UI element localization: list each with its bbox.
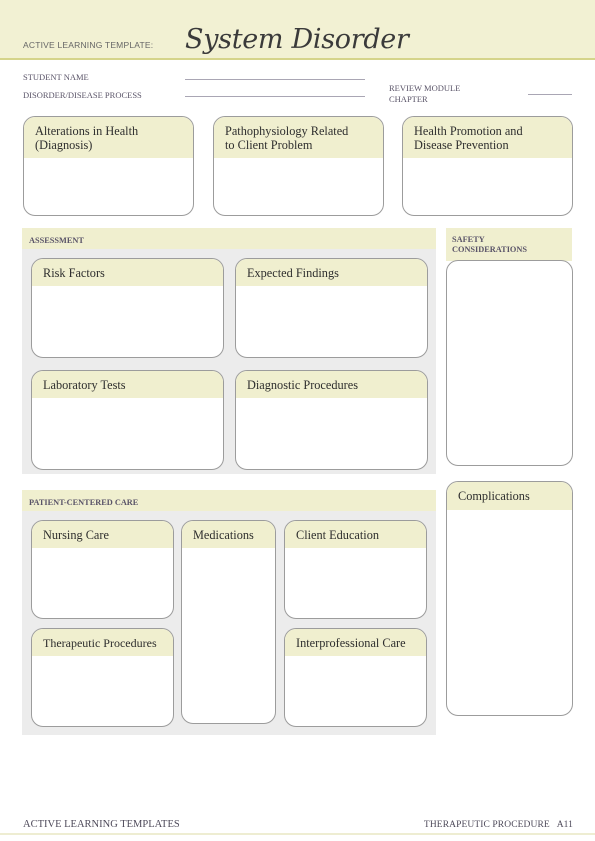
interprofessional-care-box[interactable]: Interprofessional Care (284, 628, 427, 727)
footer-divider (0, 833, 595, 835)
pathophysiology-box[interactable]: Pathophysiology Related to Client Proble… (213, 116, 384, 216)
safety-considerations-heading: SAFETY CONSIDERATIONS (446, 228, 572, 261)
student-name-label: STUDENT NAME (23, 72, 89, 82)
interprofessional-care-label: Interprofessional Care (285, 629, 426, 656)
medications-box[interactable]: Medications (181, 520, 276, 724)
review-module-field[interactable] (528, 94, 572, 95)
health-promotion-header: Health Promotion and Disease Prevention (403, 117, 572, 158)
safety-heading-line1: SAFETY (452, 235, 485, 244)
template-label: ACTIVE LEARNING TEMPLATE: (23, 40, 154, 50)
pathophysiology-sublabel: to Client Problem (225, 138, 313, 152)
disorder-process-field[interactable] (185, 96, 365, 97)
header-band: ACTIVE LEARNING TEMPLATE: System Disorde… (0, 0, 595, 60)
health-promotion-box[interactable]: Health Promotion and Disease Prevention (402, 116, 573, 216)
pathophysiology-label: Pathophysiology Related (225, 124, 349, 138)
risk-factors-label: Risk Factors (32, 259, 223, 286)
alterations-in-health-header: Alterations in Health (Diagnosis) (24, 117, 193, 158)
medications-label: Medications (182, 521, 275, 548)
diagnostic-procedures-box[interactable]: Diagnostic Procedures (235, 370, 428, 470)
alterations-in-health-box[interactable]: Alterations in Health (Diagnosis) (23, 116, 194, 216)
alterations-in-health-label: Alterations in Health (35, 124, 139, 138)
student-name-field[interactable] (185, 79, 365, 80)
alterations-in-health-sublabel: (Diagnosis) (35, 138, 93, 152)
nursing-care-box[interactable]: Nursing Care (31, 520, 174, 619)
laboratory-tests-box[interactable]: Laboratory Tests (31, 370, 224, 470)
review-module-label: REVIEW MODULE (389, 83, 461, 93)
pathophysiology-header: Pathophysiology Related to Client Proble… (214, 117, 383, 158)
nursing-care-label: Nursing Care (32, 521, 173, 548)
complications-label: Complications (447, 482, 572, 510)
disorder-process-label: DISORDER/DISEASE PROCESS (23, 90, 142, 100)
assessment-heading: ASSESSMENT (22, 228, 436, 249)
laboratory-tests-label: Laboratory Tests (32, 371, 223, 398)
health-promotion-sublabel: Disease Prevention (414, 138, 509, 152)
complications-box[interactable]: Complications (446, 481, 573, 716)
safety-considerations-box[interactable] (446, 260, 573, 466)
health-promotion-label: Health Promotion and (414, 124, 523, 138)
footer-left: ACTIVE LEARNING TEMPLATES (23, 819, 180, 830)
footer-right: THERAPEUTIC PROCEDURE A11 (423, 820, 573, 830)
therapeutic-procedures-box[interactable]: Therapeutic Procedures (31, 628, 174, 727)
patient-centered-care-heading: PATIENT-CENTERED CARE (22, 490, 436, 511)
client-education-label: Client Education (285, 521, 426, 548)
expected-findings-box[interactable]: Expected Findings (235, 258, 428, 358)
therapeutic-procedures-label: Therapeutic Procedures (32, 629, 173, 656)
client-education-box[interactable]: Client Education (284, 520, 427, 619)
diagnostic-procedures-label: Diagnostic Procedures (236, 371, 427, 398)
page-title: System Disorder (185, 24, 409, 55)
safety-heading-line2: CONSIDERATIONS (452, 245, 527, 254)
chapter-label: CHAPTER (389, 94, 428, 104)
risk-factors-box[interactable]: Risk Factors (31, 258, 224, 358)
expected-findings-label: Expected Findings (236, 259, 427, 286)
